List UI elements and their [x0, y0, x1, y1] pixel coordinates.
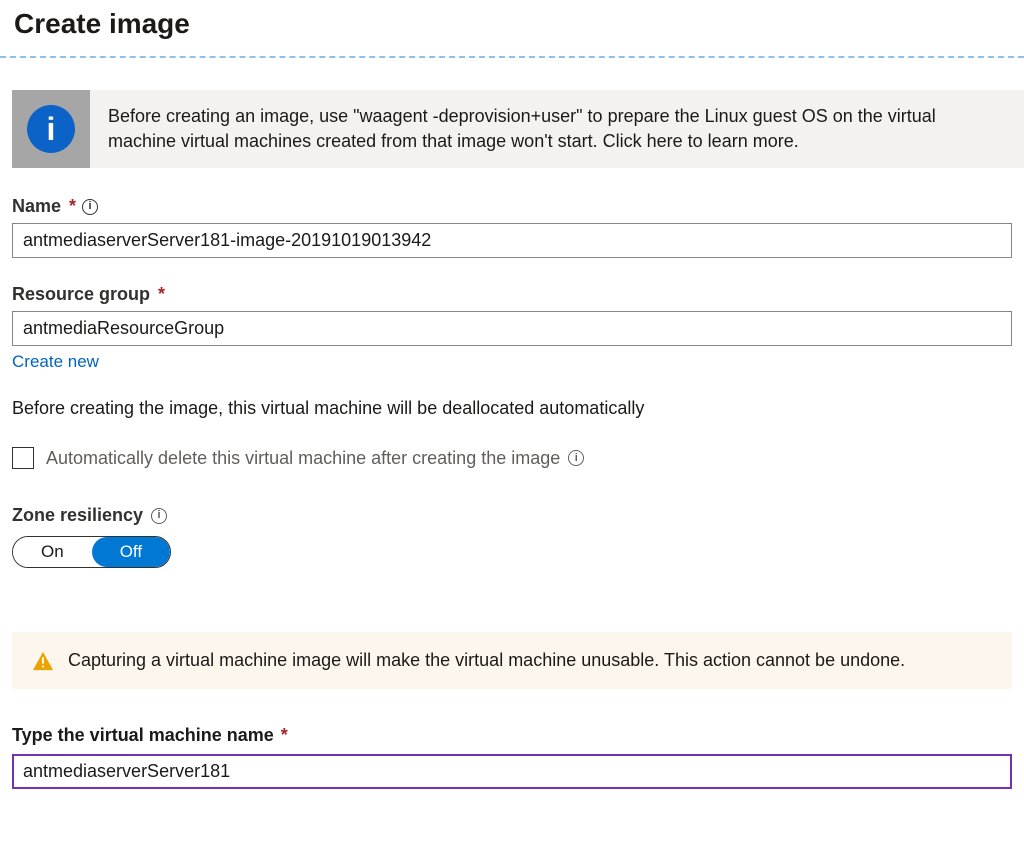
name-input[interactable]: [12, 223, 1012, 258]
resource-group-input[interactable]: [12, 311, 1012, 346]
field-resource-group: Resource group * Create new: [12, 284, 1012, 372]
auto-delete-row: Automatically delete this virtual machin…: [12, 447, 1012, 469]
info-tooltip-icon[interactable]: i: [82, 199, 98, 215]
zone-resiliency-section: Zone resiliency i On Off: [12, 505, 1012, 568]
auto-delete-checkbox[interactable]: [12, 447, 34, 469]
info-banner-text[interactable]: Before creating an image, use "waagent -…: [90, 90, 1024, 168]
zone-resiliency-label: Zone resiliency i: [12, 505, 1012, 526]
info-tooltip-icon[interactable]: i: [568, 450, 584, 466]
page-title: Create image: [0, 0, 1024, 56]
zone-resiliency-toggle: On Off: [12, 536, 171, 568]
deallocate-note: Before creating the image, this virtual …: [12, 398, 1012, 419]
auto-delete-label: Automatically delete this virtual machin…: [46, 448, 584, 469]
info-icon: i: [27, 105, 75, 153]
field-name: Name * i: [12, 196, 1012, 258]
required-indicator: *: [281, 725, 288, 745]
toggle-on[interactable]: On: [13, 537, 92, 567]
confirm-section: Type the virtual machine name *: [12, 725, 1012, 789]
divider-dashed: [0, 56, 1024, 58]
required-indicator: *: [69, 196, 76, 217]
warning-icon: [32, 651, 54, 671]
info-banner: i Before creating an image, use "waagent…: [12, 90, 1024, 168]
confirm-label: Type the virtual machine name *: [12, 725, 1012, 746]
warning-banner: Capturing a virtual machine image will m…: [12, 632, 1012, 689]
warning-text: Capturing a virtual machine image will m…: [68, 650, 905, 671]
name-label: Name * i: [12, 196, 1012, 217]
confirm-vm-name-input[interactable]: [12, 754, 1012, 789]
required-indicator: *: [158, 284, 165, 305]
info-tooltip-icon[interactable]: i: [151, 508, 167, 524]
resource-group-label: Resource group *: [12, 284, 1012, 305]
toggle-off[interactable]: Off: [92, 537, 170, 567]
create-new-link[interactable]: Create new: [12, 352, 99, 372]
info-icon-container: i: [12, 90, 90, 168]
